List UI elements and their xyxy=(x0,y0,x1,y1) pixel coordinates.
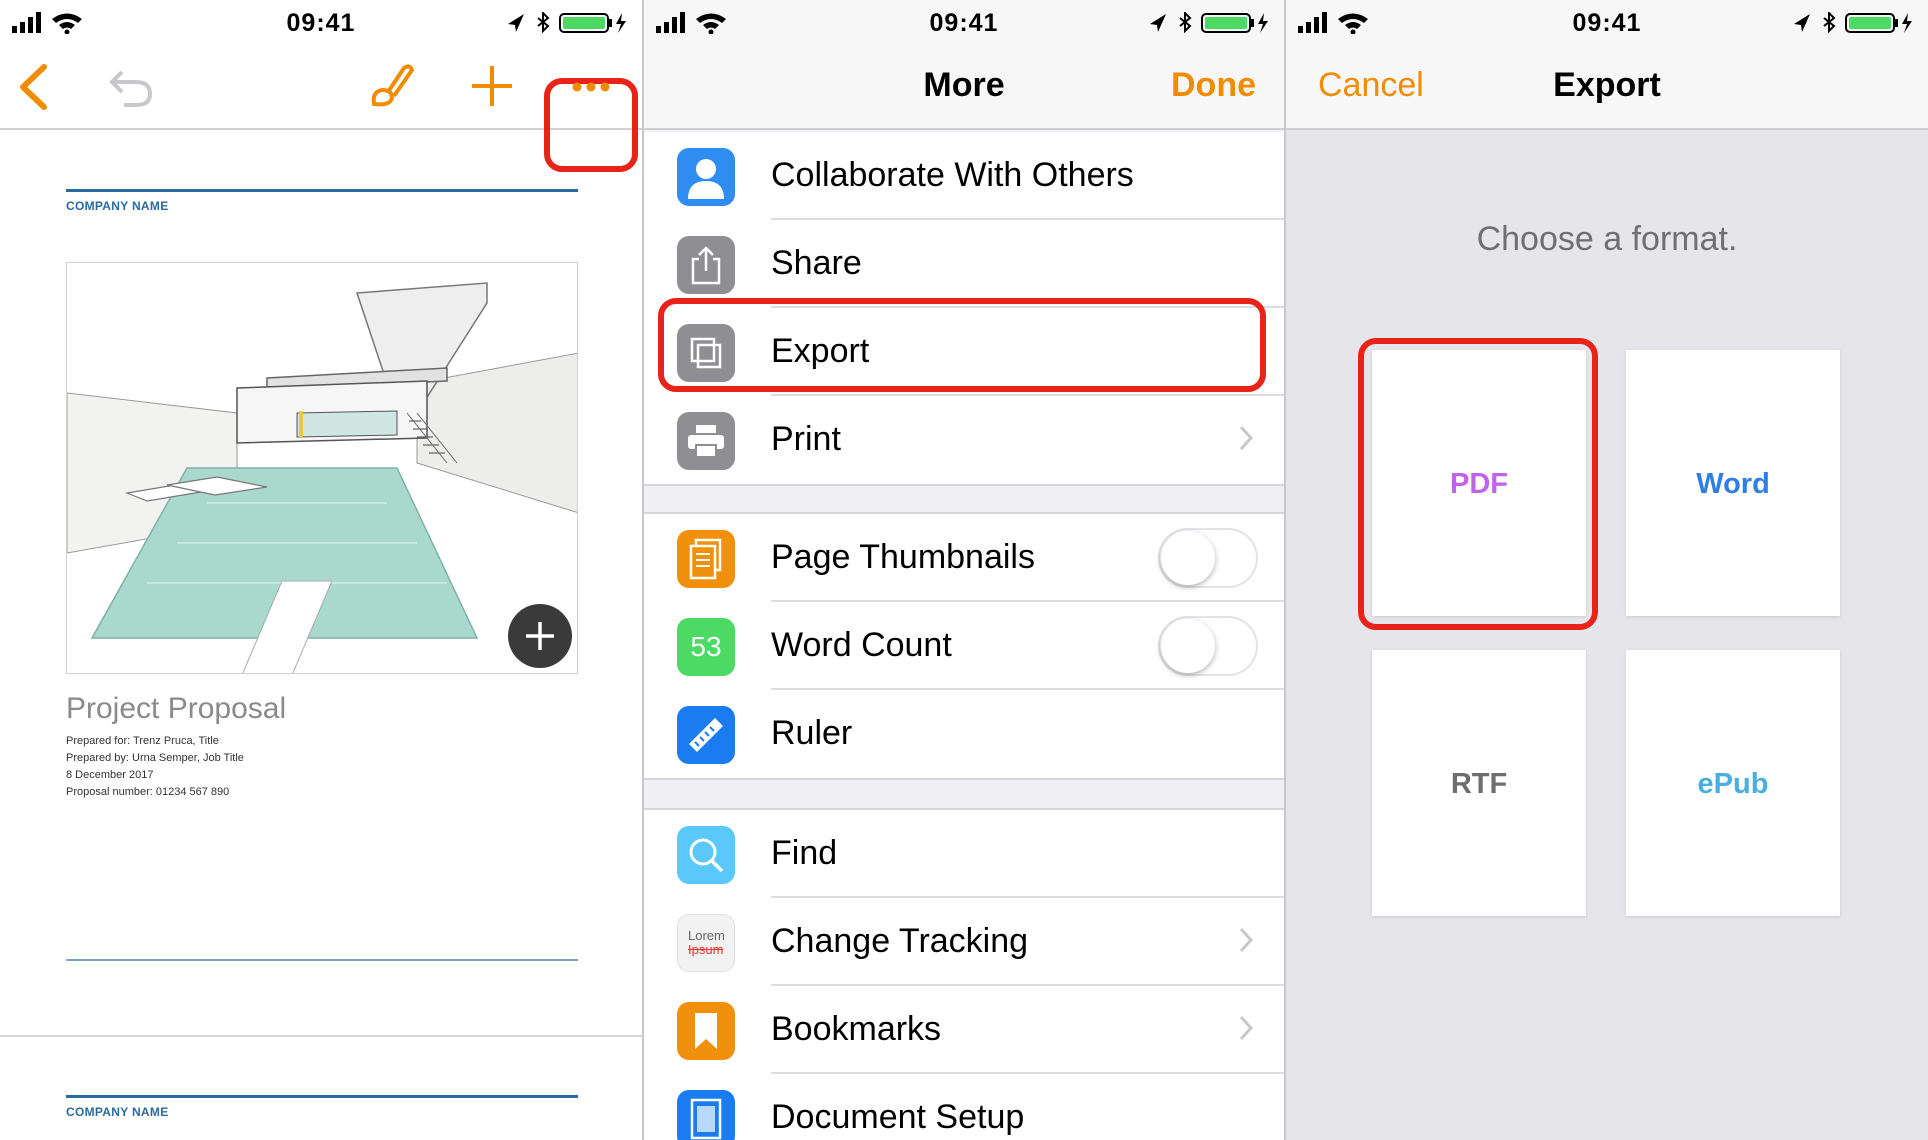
menu-item-label: Ruler xyxy=(771,714,853,752)
status-bar: 09:41 xyxy=(1286,0,1928,44)
format-label: RTF xyxy=(1450,768,1508,800)
footer-rule xyxy=(66,959,578,961)
menu-item-label: Share xyxy=(771,244,862,282)
export-screen: 09:41 Cancel Export Choose a format. PDF… xyxy=(1286,0,1928,1140)
proposal-number: Proposal number: 01234 567 890 xyxy=(66,786,230,798)
format-label: Word xyxy=(1696,468,1770,500)
bookmark-icon xyxy=(677,1002,735,1060)
page-break xyxy=(0,1035,642,1037)
battery-icon xyxy=(1150,12,1268,34)
chevron-right-icon xyxy=(1239,1015,1254,1041)
more-ellipsis-icon[interactable] xyxy=(571,81,611,93)
menu-item-ruler[interactable]: Ruler xyxy=(644,690,1284,778)
menu-item-label: Change Tracking xyxy=(771,922,1029,960)
export-navbar: Cancel Export xyxy=(1286,44,1928,130)
word-count-toggle[interactable] xyxy=(1158,616,1258,676)
format-epub-button[interactable]: ePub xyxy=(1626,650,1840,916)
paintbrush-icon[interactable] xyxy=(368,62,416,110)
more-navbar: More Done xyxy=(644,44,1284,130)
menu-item-word-count[interactable]: 53 Word Count xyxy=(644,602,1284,690)
company-name: COMPANY NAME xyxy=(66,199,169,213)
menu-item-share[interactable]: Share xyxy=(644,220,1284,308)
document-screen: 09:41 COMPANY NAME Project Proposal Prep… xyxy=(0,0,642,1140)
menu-item-change-tracking[interactable]: Lorem Ipsum Change Tracking xyxy=(644,898,1284,986)
undo-icon[interactable] xyxy=(108,68,154,108)
word-count-icon: 53 xyxy=(677,618,735,676)
status-bar: 09:41 xyxy=(0,0,642,44)
pdf-highlight xyxy=(1358,338,1598,630)
more-menu-screen: 09:41 More Done Collaborate With Others … xyxy=(644,0,1284,1140)
back-chevron-icon[interactable] xyxy=(18,64,48,110)
header-rule xyxy=(66,189,578,192)
printer-icon xyxy=(677,412,735,470)
menu-item-label: Print xyxy=(771,420,841,458)
format-label: ePub xyxy=(1697,768,1769,800)
find-icon xyxy=(677,826,735,884)
menu-item-label: Document Setup xyxy=(771,1098,1025,1136)
header-rule-page2 xyxy=(66,1095,578,1098)
menu-item-page-thumbnails[interactable]: Page Thumbnails xyxy=(644,514,1284,602)
menu-item-label: Bookmarks xyxy=(771,1010,942,1048)
plus-icon xyxy=(526,622,554,650)
architecture-illustration xyxy=(66,262,578,674)
person-icon xyxy=(677,148,735,206)
document-toolbar xyxy=(0,44,642,172)
company-name-page2: COMPANY NAME xyxy=(66,1105,169,1119)
prepared-by: Prepared by: Urna Semper, Job Title xyxy=(66,752,244,764)
page-thumbnails-toggle[interactable] xyxy=(1158,528,1258,588)
add-icon[interactable] xyxy=(470,64,514,108)
share-icon xyxy=(677,236,735,294)
menu-item-collaborate[interactable]: Collaborate With Others xyxy=(644,132,1284,220)
choose-format-prompt: Choose a format. xyxy=(1476,220,1738,258)
menu-item-bookmarks[interactable]: Bookmarks xyxy=(644,986,1284,1074)
document-setup-icon xyxy=(677,1090,735,1140)
menu-item-label: Word Count xyxy=(771,626,952,664)
format-rtf-button[interactable]: RTF xyxy=(1372,650,1586,916)
document-date: 8 December 2017 xyxy=(66,769,154,781)
project-title: Project Proposal xyxy=(66,692,287,725)
house-pool-drawing xyxy=(67,282,577,673)
menu-item-document-setup[interactable]: Document Setup xyxy=(644,1074,1284,1140)
prepared-for: Prepared for: Trenz Pruca, Title xyxy=(66,735,219,747)
format-word-button[interactable]: Word xyxy=(1626,350,1840,616)
chevron-right-icon xyxy=(1239,927,1254,953)
export-title: Export xyxy=(1553,66,1661,104)
menu-item-label: Find xyxy=(771,834,838,872)
battery-icon xyxy=(508,12,626,34)
add-image-button[interactable] xyxy=(508,604,572,668)
menu-item-label: Page Thumbnails xyxy=(771,538,1035,576)
status-bar: 09:41 xyxy=(644,0,1284,44)
done-button[interactable]: Done xyxy=(1171,66,1256,105)
export-highlight xyxy=(658,298,1266,392)
menu-item-find[interactable]: Find xyxy=(644,810,1284,898)
thumbnails-icon xyxy=(677,530,735,588)
change-tracking-icon: Lorem Ipsum xyxy=(677,914,735,972)
chevron-right-icon xyxy=(1239,425,1254,451)
battery-icon xyxy=(1794,12,1912,34)
menu-item-label: Collaborate With Others xyxy=(771,156,1134,194)
menu-item-print[interactable]: Print xyxy=(644,396,1284,484)
ruler-icon xyxy=(677,706,735,764)
